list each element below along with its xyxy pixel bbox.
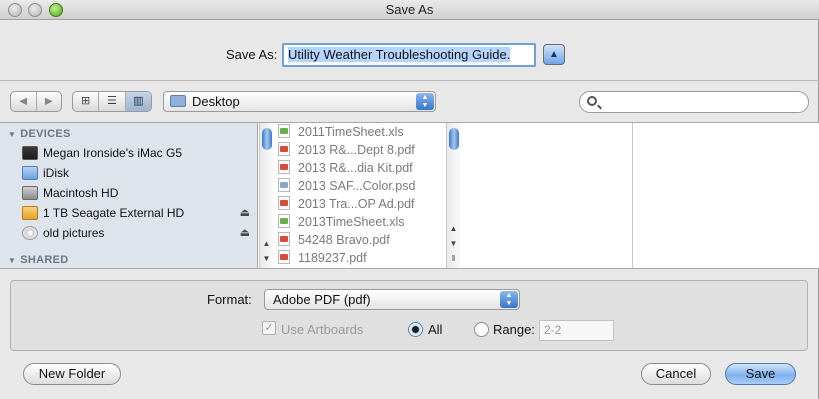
save-button[interactable]: Save: [725, 363, 796, 385]
search-field[interactable]: [579, 91, 809, 113]
list-view-icon: ☰: [107, 95, 117, 107]
scroll-thumb[interactable]: [449, 128, 459, 150]
scroll-down-arrow-icon[interactable]: ▼: [260, 253, 273, 265]
popup-arrows-icon: ▲ ▼: [416, 93, 434, 110]
file-row[interactable]: 2013 R&...dia Kit.pdf: [278, 159, 413, 177]
chevron-up-icon: ▲: [549, 49, 559, 60]
checkmark-icon: ✓: [264, 322, 274, 334]
back-button[interactable]: ◀: [11, 92, 36, 111]
disc-icon: [22, 226, 38, 240]
sidebar: ▼ DEVICES Megan Ironside's iMac G5 iDisk …: [0, 123, 258, 268]
all-label: All: [428, 322, 443, 337]
eject-icon[interactable]: ⏏: [240, 204, 250, 222]
icon-view-button[interactable]: ⊞: [73, 92, 98, 111]
disclosure-triangle-icon: ▼: [8, 130, 17, 139]
location-value: Desktop: [192, 94, 240, 109]
location-popup[interactable]: Desktop ▲ ▼: [163, 91, 436, 112]
file-row[interactable]: 2013 Tra...OP Ad.pdf: [278, 195, 415, 213]
range-input[interactable]: 2-2: [539, 320, 614, 341]
use-artboards-label: Use Artboards: [281, 322, 364, 337]
pdf-file-icon: [278, 160, 290, 174]
history-nav: ◀ ▶: [10, 91, 62, 112]
view-switcher: ⊞ ☰ ▥: [72, 91, 152, 112]
file-column-scrollbar[interactable]: ▲ ▼ ‖: [446, 123, 460, 268]
list-view-button[interactable]: ☰: [98, 92, 124, 111]
save-as-row: Save As: Utility Weather Troubleshooting…: [0, 42, 819, 68]
folder-icon: [170, 95, 186, 107]
disclosure-triangle-icon: ▼: [8, 256, 17, 265]
shared-header[interactable]: ▼ SHARED: [8, 254, 68, 266]
scroll-thumb[interactable]: [262, 128, 272, 150]
file-row[interactable]: 2013 SAF...Color.psd: [278, 177, 415, 195]
spreadsheet-file-icon: [278, 124, 290, 138]
scroll-down-arrow-icon[interactable]: ▼: [447, 238, 460, 250]
search-icon: [587, 96, 597, 106]
pdf-file-icon: [278, 142, 290, 156]
file-row[interactable]: 2013 R&...Dept 8.pdf: [278, 141, 415, 159]
sidebar-item-external-hd[interactable]: 1 TB Seagate External HD ⏏: [22, 204, 258, 222]
devices-header[interactable]: ▼ DEVICES: [8, 128, 71, 140]
popup-arrows-icon: ▲ ▼: [500, 291, 518, 308]
hard-drive-icon: [22, 186, 38, 200]
column-view-button[interactable]: ▥: [124, 92, 151, 111]
save-as-label: Save As:: [226, 47, 278, 62]
file-row[interactable]: 54248 Bravo.pdf: [278, 231, 390, 249]
use-artboards-checkbox[interactable]: ✓: [262, 321, 276, 335]
divider: [0, 80, 819, 81]
cancel-button[interactable]: Cancel: [641, 363, 711, 385]
pdf-file-icon: [278, 196, 290, 210]
format-popup[interactable]: Adobe PDF (pdf) ▲ ▼: [264, 289, 520, 310]
pdf-file-icon: [278, 250, 290, 264]
eject-icon[interactable]: ⏏: [240, 224, 250, 242]
new-folder-button[interactable]: New Folder: [23, 363, 121, 385]
sidebar-item-computer[interactable]: Megan Ironside's iMac G5: [22, 144, 258, 162]
filename-field[interactable]: Utility Weather Troubleshooting Guide.: [282, 43, 536, 67]
collapse-dialog-button[interactable]: ▲: [543, 44, 565, 65]
forward-button[interactable]: ▶: [35, 92, 62, 111]
all-radio[interactable]: [408, 322, 423, 337]
back-arrow-icon: ◀: [19, 96, 28, 107]
format-label: Format:: [207, 292, 252, 307]
sidebar-item-old-pictures[interactable]: old pictures ⏏: [22, 224, 258, 242]
filename-value: Utility Weather Troubleshooting Guide.: [288, 47, 511, 62]
sidebar-item-macintosh-hd[interactable]: Macintosh HD: [22, 184, 258, 202]
sidebar-item-idisk[interactable]: iDisk: [22, 164, 258, 182]
scroll-up-arrow-icon[interactable]: ▲: [447, 223, 460, 235]
file-row[interactable]: 2013TimeSheet.xls: [278, 213, 405, 231]
column-resize-handle-icon[interactable]: ‖: [447, 253, 460, 265]
title-bar: Save As: [0, 0, 819, 20]
window-title: Save As: [385, 2, 434, 17]
idisk-icon: [22, 166, 38, 180]
image-file-icon: [278, 178, 290, 192]
column-view-icon: ▥: [133, 95, 144, 107]
file-browser: ▼ DEVICES Megan Ironside's iMac G5 iDisk …: [0, 122, 819, 269]
sidebar-scrollbar[interactable]: ▲ ▼: [259, 123, 273, 268]
external-drive-icon: [22, 206, 38, 220]
save-as-dialog: Save As Save As: Utility Weather Trouble…: [0, 0, 819, 399]
file-row[interactable]: 2011TimeSheet.xls: [278, 123, 404, 141]
format-options-panel: Format: Adobe PDF (pdf) ▲ ▼ ✓ Use Artboar…: [10, 280, 808, 351]
icon-view-icon: ⊞: [81, 95, 91, 107]
file-row[interactable]: 1189237.pdf: [278, 249, 367, 267]
file-column: 2011TimeSheet.xls 2013 R&...Dept 8.pdf 2…: [274, 123, 446, 268]
spreadsheet-file-icon: [278, 214, 290, 228]
computer-icon: [22, 146, 38, 160]
format-value: Adobe PDF (pdf): [273, 292, 371, 307]
scroll-up-arrow-icon[interactable]: ▲: [260, 238, 273, 250]
column-divider: [632, 123, 633, 268]
range-label: Range:: [493, 322, 535, 337]
range-radio[interactable]: [474, 322, 489, 337]
pdf-file-icon: [278, 232, 290, 246]
forward-arrow-icon: ▶: [44, 96, 53, 107]
